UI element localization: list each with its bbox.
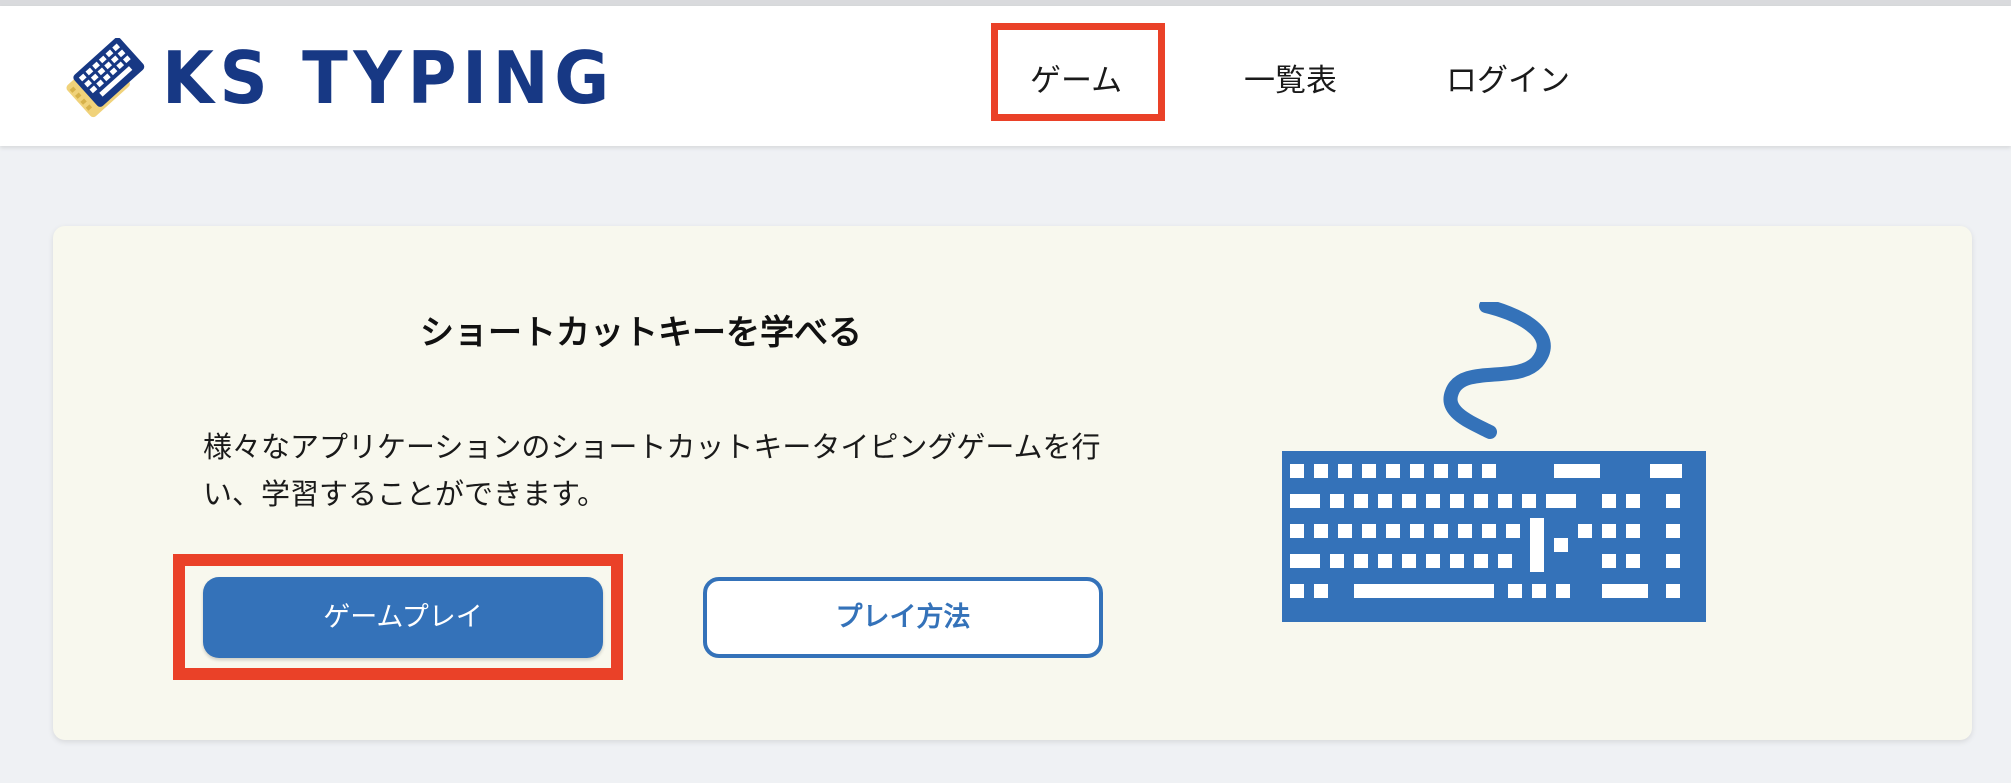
- keyboard-illustration-icon: [1282, 302, 1706, 622]
- highlight-nav-game: [991, 23, 1165, 121]
- game-play-button[interactable]: ゲームプレイ: [203, 577, 603, 658]
- hero-title: ショートカットキーを学べる: [420, 313, 862, 353]
- nav-list[interactable]: 一覧表: [1244, 66, 1337, 97]
- site-logo[interactable]: KS TYPING: [52, 38, 609, 124]
- page: KS TYPING ゲーム 一覧表 ログイン ショートカットキーを学べる 様々な…: [0, 0, 2011, 783]
- hero-description: 様々なアプリケーションのショートカットキータイピングゲームを行い、学習することが…: [203, 430, 1101, 511]
- how-to-play-button[interactable]: プレイ方法: [703, 577, 1103, 658]
- nav-login[interactable]: ログイン: [1446, 66, 1570, 97]
- keyboard-logo-icon: [66, 38, 145, 118]
- logo-text: KS TYPING: [162, 36, 615, 120]
